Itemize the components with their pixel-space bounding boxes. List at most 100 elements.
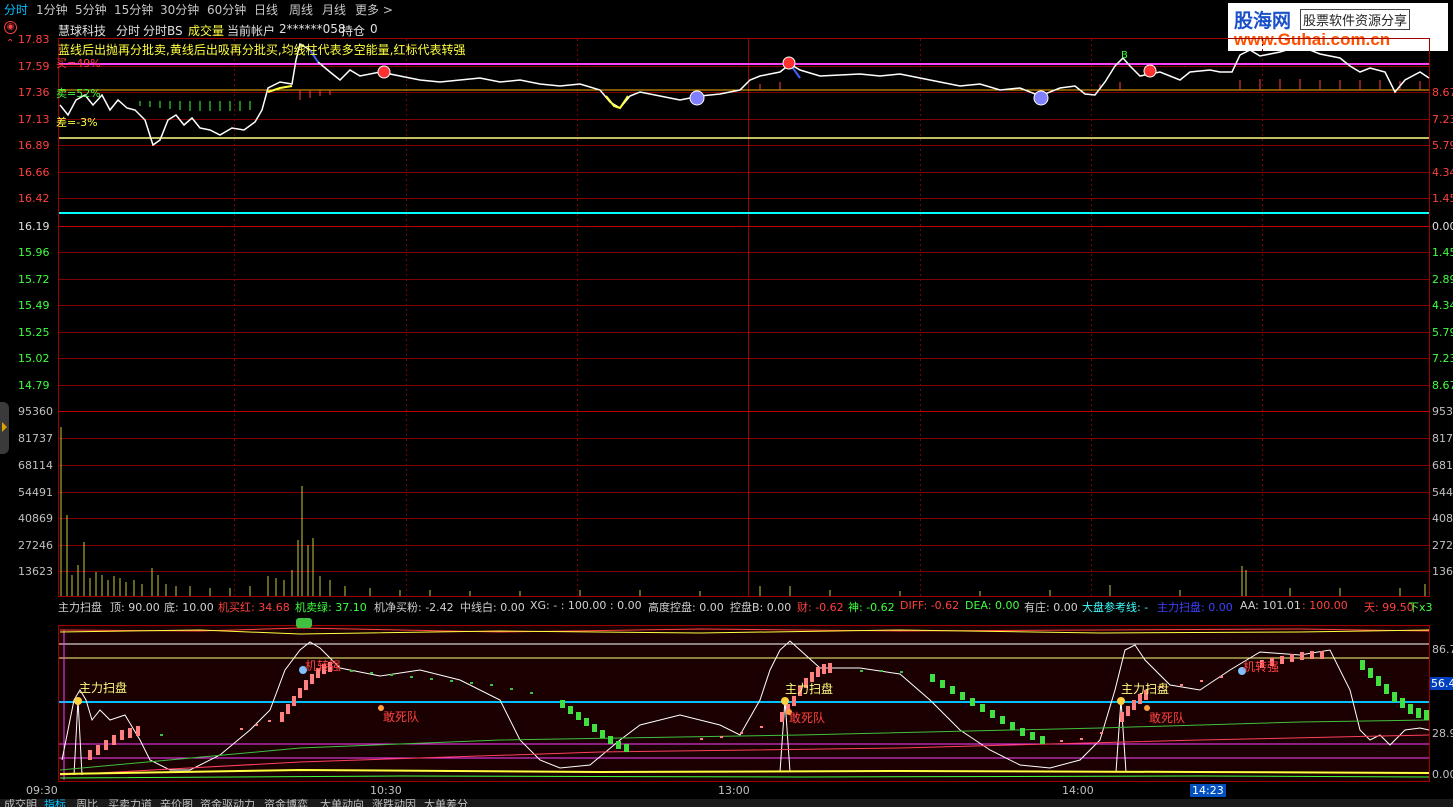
time-label: 09:30 <box>26 784 58 797</box>
legend-item: 底: 10.00 <box>164 601 214 614</box>
time-label: 14:00 <box>1062 784 1094 797</box>
scan-label: 主力扫盘 <box>1121 682 1170 696</box>
bottom-tab[interactable]: 大单动向 <box>320 799 364 807</box>
volume-tick: 54491 <box>18 486 53 499</box>
time-label: 13:00 <box>718 784 750 797</box>
bottom-tab[interactable]: 周比 <box>76 799 98 807</box>
volume-tick: 68114 <box>1432 459 1453 472</box>
price-tick: 17.83 <box>18 33 50 46</box>
price-tick: 14.79 <box>18 379 50 392</box>
pct-tick: 8.67% <box>1432 379 1453 392</box>
bottom-tab[interactable]: 辛价图 <box>160 799 193 807</box>
buy-signal-icons <box>689 90 1049 106</box>
pct-tick: 1.45% <box>1432 246 1453 259</box>
bottom-tab[interactable]: 成交明 <box>4 799 37 807</box>
legend-item: 主力扫盘 <box>58 601 102 614</box>
buy-ratio-label: 买=49% <box>56 57 101 70</box>
legend-item: 中线白: 0.00 <box>460 601 525 614</box>
volume-tick: 81737 <box>18 432 53 445</box>
legend-item: 顶: 90.00 <box>110 601 160 614</box>
time-label: 10:30 <box>370 784 402 797</box>
inst-strong-label: 机转强 <box>1243 660 1280 674</box>
volume-tick: 54491 <box>1432 486 1453 499</box>
price-tick: 17.13 <box>18 113 50 126</box>
price-tick: 15.25 <box>18 326 50 339</box>
volume-tick: 95360 <box>1432 405 1453 418</box>
price-tick: 15.02 <box>18 352 50 365</box>
legend-item: XG: - : 100.00 : 0.00 <box>530 599 642 612</box>
pct-tick: 2.89% <box>1432 273 1453 286</box>
inst-strong-label: 机转强 <box>305 659 342 673</box>
legend-item: DEA: 0.00 <box>965 599 1020 612</box>
volume-bars <box>60 427 1426 596</box>
buy-marker-B: B <box>1121 50 1128 61</box>
legend-item: 控盘B: 0.00 <box>730 601 792 614</box>
legend-item: 高度控盘: 0.00 <box>648 601 724 614</box>
volume-tick: 27246 <box>1432 539 1453 552</box>
price-tick: 17.36 <box>18 86 50 99</box>
volume-tick: 81737 <box>1432 432 1453 445</box>
pct-tick: 7.23% <box>1432 113 1453 126</box>
legend-item: AA: 101.01 <box>1240 599 1301 612</box>
dare-team-label: 敢死队 <box>1149 711 1186 725</box>
legend-item: 机卖绿: 37.10 <box>295 601 367 614</box>
bottom-tab[interactable]: 大单差分 <box>424 799 468 807</box>
bottom-tab[interactable]: 资金驱动力 <box>200 799 255 807</box>
time-cursor: 14:23 <box>1190 784 1226 797</box>
legend-item: 机净买粉: -2.42 <box>374 601 454 614</box>
indicator-tick: 28.9 <box>1432 727 1453 740</box>
bottom-tab[interactable]: 指标 <box>44 799 66 807</box>
intraday-price-line <box>59 42 1430 147</box>
pct-tick: 7.23% <box>1432 352 1453 365</box>
legend-item: 大盘参考线: - <box>1082 601 1149 614</box>
scan-label: 主力扫盘 <box>785 682 834 696</box>
volume-tick: 40869 <box>1432 512 1453 525</box>
pct-tick: 5.79% <box>1432 326 1453 339</box>
sell-ratio-label: 卖=52% <box>56 87 101 100</box>
chart-canvas: B <box>58 38 1430 782</box>
bottom-tab-bar: 成交明 指标 周比 买卖力道 辛价图 资金驱动力 资金博弈 大单动向 涨跌动因 … <box>0 799 1453 807</box>
price-tick: 16.89 <box>18 139 50 152</box>
legend-item: DIFF: -0.62 <box>900 599 960 612</box>
pct-tick: 4.34% <box>1432 299 1453 312</box>
diff-ratio-label: 差=-3% <box>56 116 98 129</box>
volume-tick: 13623 <box>1432 565 1453 578</box>
volume-tick: 40869 <box>18 512 53 525</box>
pct-tick: 1.45% <box>1432 192 1453 205</box>
dare-team-label: 敢死队 <box>383 710 420 724</box>
dare-team-label: 敢死队 <box>789 711 826 725</box>
bottom-tab[interactable]: 涨跌动因 <box>372 799 416 807</box>
indicator-current-value: 56.4 <box>1430 677 1453 690</box>
price-tick: 15.49 <box>18 299 50 312</box>
price-tick: 16.66 <box>18 166 50 179</box>
legend-item: 机买红: 34.68 <box>218 601 290 614</box>
legend-item: 有庄: 0.00 <box>1024 601 1078 614</box>
volume-tick: 27246 <box>18 539 53 552</box>
price-tick: 17.59 <box>18 60 50 73</box>
legend-item: 主力扫盘: 0.00 <box>1157 601 1233 614</box>
price-tick: 16.42 <box>18 192 50 205</box>
price-tick: 16.19 <box>18 220 50 233</box>
scan-label: 主力扫盘 <box>79 681 128 695</box>
indicator-tick: 86.7 <box>1432 643 1453 656</box>
volume-tick: 68114 <box>18 459 53 472</box>
pct-tick: 0.00% <box>1432 220 1453 233</box>
legend-item: 神: -0.62 <box>848 601 895 614</box>
indicator-tick: 0.00 <box>1432 768 1453 781</box>
volume-tick: 95360 <box>18 405 53 418</box>
price-tick: 15.96 <box>18 246 50 259</box>
bottom-tab[interactable]: 资金博弈 <box>264 799 308 807</box>
price-grid <box>59 66 1429 572</box>
price-tick: 15.72 <box>18 273 50 286</box>
legend-item: : 100.00 <box>1302 599 1348 612</box>
pct-tick: 8.67% <box>1432 86 1453 99</box>
legend-item: 下x3 <box>1408 601 1433 614</box>
pct-tick: 4.34% <box>1432 166 1453 179</box>
legend-item: 财: -0.62 <box>797 601 844 614</box>
pct-tick: 5.79% <box>1432 139 1453 152</box>
bear-energy-bars <box>139 101 251 111</box>
bottom-tab[interactable]: 买卖力道 <box>108 799 152 807</box>
legend-item: 天: 99.50 <box>1364 601 1414 614</box>
strategy-description: 蓝线后出抛再分批卖,黄线后出吸再分批买,均线柱代表多空能量,红标代表转强 <box>58 43 466 57</box>
volume-tick: 13623 <box>18 565 53 578</box>
